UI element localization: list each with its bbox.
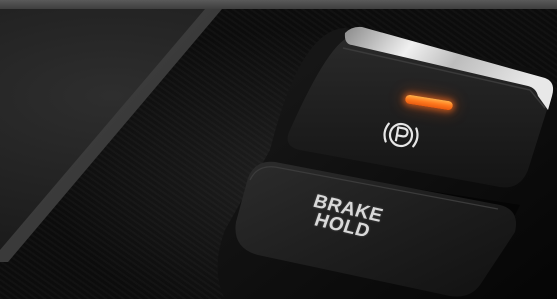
console-photo: BRAKE HOLD: [0, 0, 557, 299]
switch-assembly: [217, 26, 557, 299]
